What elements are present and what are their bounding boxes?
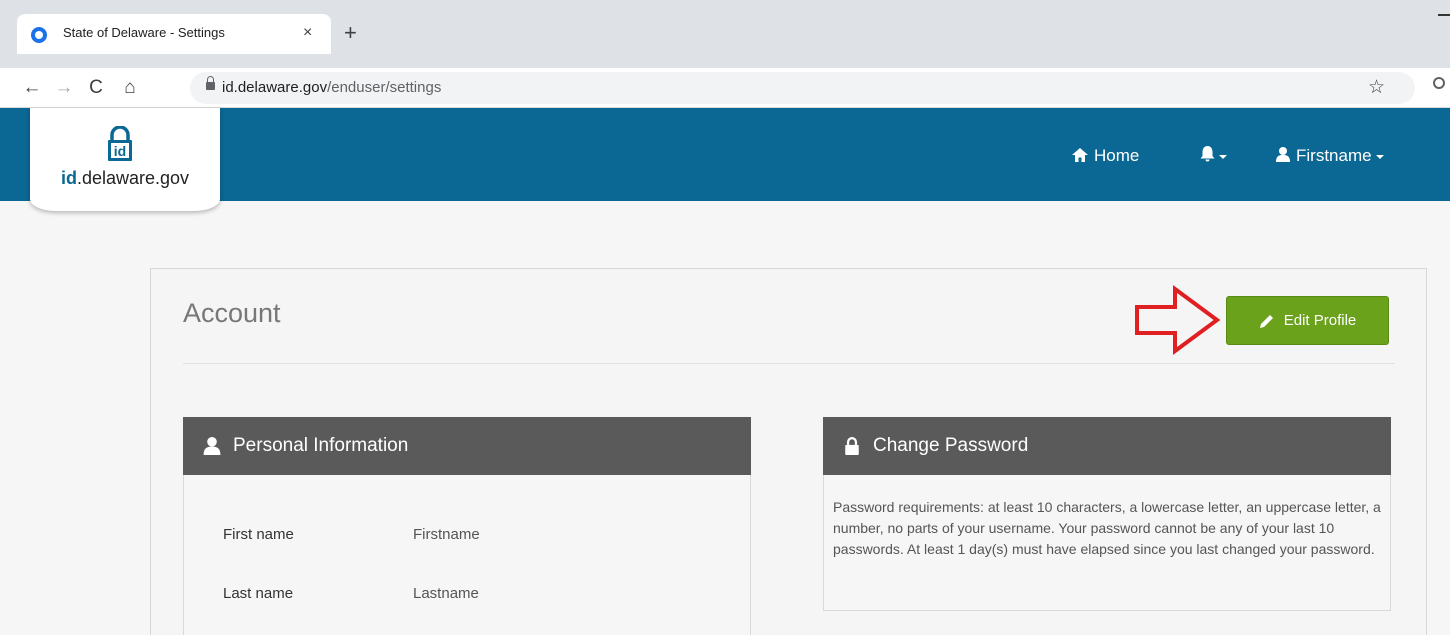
user-icon <box>203 437 221 455</box>
bell-icon <box>1200 146 1215 162</box>
last-name-value: Lastname <box>413 585 479 602</box>
lock-icon[interactable] <box>206 76 215 90</box>
password-requirements-text: Password requirements: at least 10 chara… <box>833 499 1381 557</box>
pencil-icon <box>1259 314 1273 328</box>
first-name-value: Firstname <box>413 526 480 543</box>
edit-profile-button[interactable]: Edit Profile <box>1226 296 1389 345</box>
favicon-icon <box>31 27 47 43</box>
close-icon[interactable]: × <box>303 24 312 42</box>
minimize-icon[interactable] <box>1438 14 1450 16</box>
address-bar[interactable]: id.delaware.gov/enduser/settings ☆ <box>190 72 1415 104</box>
nav-home-link[interactable]: Home <box>1072 146 1139 166</box>
personal-info-body <box>183 475 751 635</box>
user-menu[interactable]: Firstname <box>1276 146 1384 166</box>
bookmark-star-icon[interactable]: ☆ <box>1368 76 1385 99</box>
divider <box>183 363 1395 364</box>
new-tab-button[interactable]: + <box>344 22 357 44</box>
browser-tab[interactable]: State of Delaware - Settings × <box>17 14 331 54</box>
chevron-down-icon <box>1219 154 1227 159</box>
chevron-down-icon <box>1375 154 1384 159</box>
last-name-label: Last name <box>223 585 294 602</box>
url-text[interactable]: id.delaware.gov/enduser/settings <box>222 79 441 96</box>
home-icon[interactable]: ⌂ <box>116 74 144 102</box>
logo-text: id.delaware.gov <box>60 168 190 188</box>
logo-lock-icon: id <box>108 126 132 161</box>
change-password-heading[interactable]: Change Password <box>823 417 1391 475</box>
search-icon[interactable] <box>1432 76 1446 97</box>
reload-icon[interactable]: C <box>82 74 110 102</box>
svg-text:id: id <box>114 143 126 159</box>
back-arrow-icon[interactable]: ← <box>18 74 46 102</box>
first-name-label: First name <box>223 526 294 543</box>
tab-title: State of Delaware - Settings <box>63 25 225 40</box>
lock-icon <box>845 437 859 455</box>
personal-info-heading: Personal Information <box>183 417 751 475</box>
site-logo[interactable]: id id.delaware.gov <box>30 108 220 211</box>
forward-arrow-icon[interactable]: → <box>50 74 78 102</box>
home-icon <box>1072 148 1088 162</box>
annotation-arrow-icon <box>1135 285 1221 355</box>
browser-tabstrip: State of Delaware - Settings × + <box>0 0 1450 68</box>
page-title: Account <box>183 298 281 328</box>
notifications-dropdown[interactable] <box>1200 146 1227 166</box>
browser-toolbar: ← → C ⌂ id.delaware.gov/enduser/settings… <box>0 68 1450 108</box>
user-icon <box>1276 147 1290 162</box>
